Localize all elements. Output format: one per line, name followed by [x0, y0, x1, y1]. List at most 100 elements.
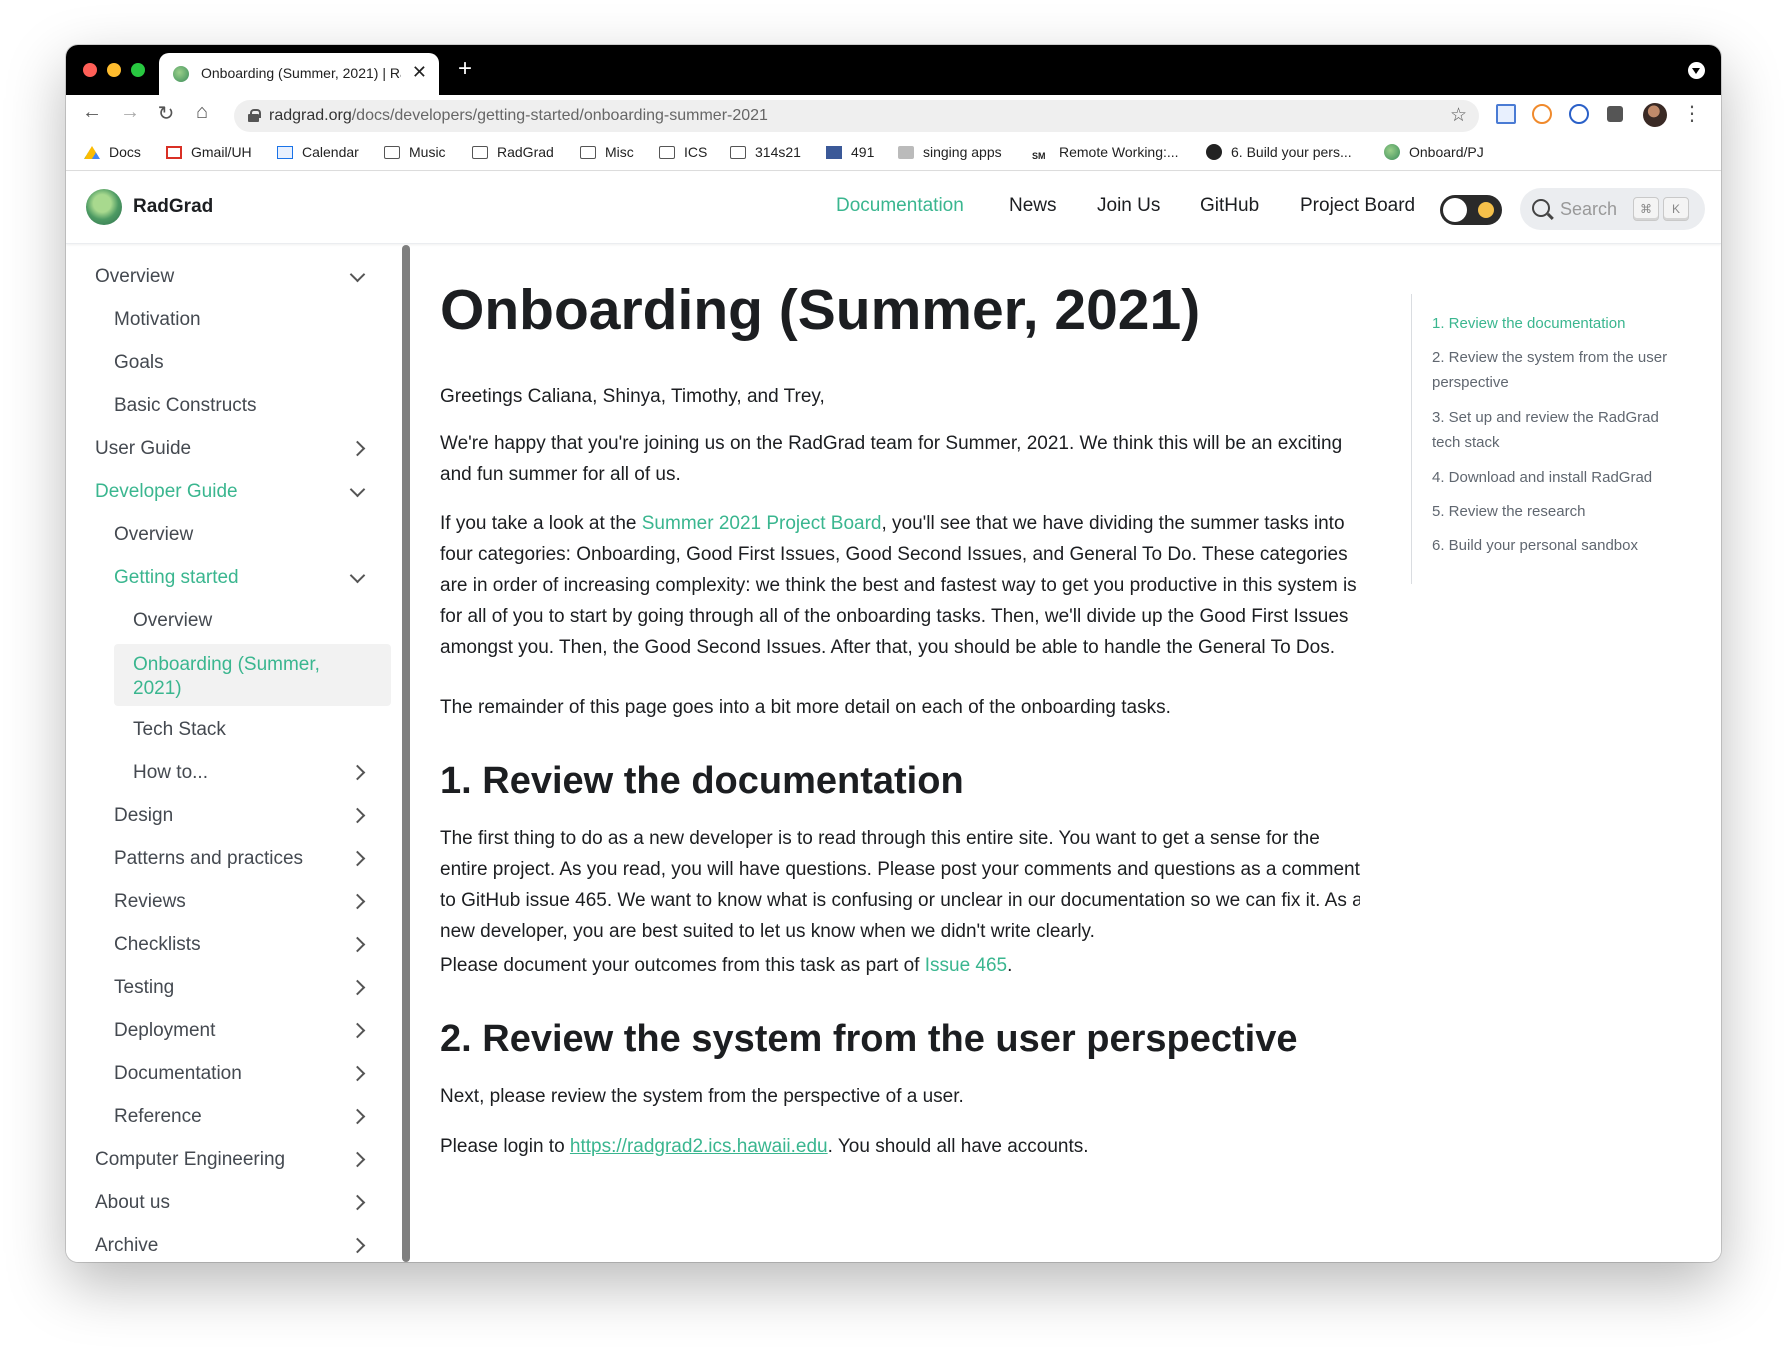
page-title: Onboarding (Summer, 2021)	[440, 278, 1201, 342]
sidebar-item-documentation[interactable]: Documentation	[114, 1063, 242, 1085]
sidebar-item-about-us[interactable]: About us	[95, 1192, 170, 1214]
doc-content: Onboarding (Summer, 2021) Greetings Cali…	[440, 245, 1360, 1262]
tab-search-icon[interactable]	[1688, 62, 1705, 79]
sidebar-item-tech-stack[interactable]: Tech Stack	[133, 719, 226, 741]
brand-name[interactable]: RadGrad	[133, 196, 213, 218]
chevron-right-icon[interactable]	[347, 848, 367, 869]
toc-item-1[interactable]: 1. Review the documentation	[1432, 311, 1687, 336]
sidebar-item-goals[interactable]: Goals	[114, 352, 164, 374]
toc-item-6[interactable]: 6. Build your personal sandbox	[1432, 533, 1687, 558]
bookmark-build-sandbox[interactable]: 6. Build your pers...	[1206, 144, 1352, 160]
chevron-right-icon[interactable]	[347, 762, 367, 783]
browser-window: Onboarding (Summer, 2021) | RadGrad ✕ + …	[66, 45, 1721, 1262]
chevron-down-icon[interactable]	[347, 479, 367, 500]
minimize-window-button[interactable]	[107, 63, 121, 77]
sidebar-item-archive[interactable]: Archive	[95, 1235, 158, 1257]
close-window-button[interactable]	[83, 63, 97, 77]
bookmark-star-icon[interactable]: ☆	[1450, 104, 1467, 127]
sidebar-item-checklists[interactable]: Checklists	[114, 934, 201, 956]
bookmark-remote-working[interactable]: SM Remote Working:...	[1032, 144, 1179, 161]
docs-sidebar: Overview Motivation Goals Basic Construc…	[66, 245, 411, 1262]
close-tab-icon[interactable]: ✕	[412, 62, 427, 83]
toc-item-2[interactable]: 2. Review the system from the user persp…	[1432, 345, 1687, 395]
grammar-extension-icon[interactable]	[1569, 104, 1589, 124]
toc-item-3[interactable]: 3. Set up and review the RadGrad tech st…	[1432, 405, 1687, 455]
chevron-right-icon[interactable]	[347, 934, 367, 955]
extensions-puzzle-icon[interactable]	[1607, 106, 1623, 122]
chevron-right-icon[interactable]	[347, 1020, 367, 1041]
bookmark-music[interactable]: Music	[384, 144, 446, 160]
nav-join-us[interactable]: Join Us	[1097, 195, 1160, 217]
sidebar-item-gs-overview[interactable]: Overview	[133, 610, 212, 632]
sidebar-item-getting-started[interactable]: Getting started	[114, 567, 239, 589]
sidebar-item-how-to[interactable]: How to...	[133, 762, 208, 784]
drive-icon	[84, 146, 100, 159]
maximize-window-button[interactable]	[131, 63, 145, 77]
bookmark-491[interactable]: 491	[826, 144, 874, 160]
chevron-down-icon[interactable]	[347, 565, 367, 586]
bookmark-onboard-pj[interactable]: Onboard/PJ	[1384, 144, 1484, 160]
nav-project-board[interactable]: Project Board	[1300, 195, 1415, 217]
sidebar-item-overview[interactable]: Overview	[95, 266, 174, 288]
b-extension-icon[interactable]	[1532, 104, 1552, 124]
toc-item-5[interactable]: 5. Review the research	[1432, 499, 1687, 524]
sidebar-item-testing[interactable]: Testing	[114, 977, 174, 999]
bookmark-misc[interactable]: Misc	[580, 144, 634, 160]
chevron-right-icon[interactable]	[347, 1235, 367, 1256]
radgrad2-link[interactable]: https://radgrad2.ics.hawaii.edu	[570, 1136, 828, 1157]
chevron-right-icon[interactable]	[347, 438, 367, 459]
sidebar-scrollbar[interactable]	[402, 245, 410, 1262]
bookmark-gmail[interactable]: Gmail/UH	[166, 144, 252, 160]
bookmark-radgrad[interactable]: RadGrad	[472, 144, 554, 160]
browser-tab-active[interactable]: Onboarding (Summer, 2021) | RadGrad ✕	[159, 53, 439, 95]
intro-paragraph: We're happy that you're joining us on th…	[440, 433, 1343, 485]
radgrad-logo-icon[interactable]	[86, 189, 122, 225]
sidebar-item-reviews[interactable]: Reviews	[114, 891, 186, 913]
bookmark-docs[interactable]: Docs	[84, 144, 141, 160]
search-button[interactable]: Search ⌘ K	[1520, 188, 1705, 230]
search-icon	[1532, 199, 1550, 217]
bookmark-calendar[interactable]: Calendar	[277, 144, 359, 160]
chevron-down-icon[interactable]	[347, 264, 367, 285]
bookmark-ics[interactable]: ICS	[659, 144, 707, 160]
nav-documentation[interactable]: Documentation	[836, 195, 964, 217]
home-icon[interactable]: ⌂	[190, 101, 214, 124]
profile-avatar[interactable]	[1643, 103, 1667, 127]
sidebar-item-user-guide[interactable]: User Guide	[95, 438, 191, 460]
nav-news[interactable]: News	[1009, 195, 1057, 217]
sidebar-item-patterns[interactable]: Patterns and practices	[114, 848, 303, 870]
browser-menu-icon[interactable]: ⋮	[1682, 101, 1702, 126]
chevron-right-icon[interactable]	[347, 1149, 367, 1170]
forward-arrow-icon[interactable]: →	[118, 101, 142, 124]
table-of-contents: 1. Review the documentation 2. Review th…	[1411, 294, 1681, 584]
chevron-right-icon[interactable]	[347, 891, 367, 912]
sidebar-item-developer-guide[interactable]: Developer Guide	[95, 481, 238, 503]
chevron-right-icon[interactable]	[347, 1192, 367, 1213]
back-arrow-icon[interactable]: ←	[80, 101, 104, 124]
sidebar-item-computer-engineering[interactable]: Computer Engineering	[95, 1149, 285, 1171]
project-board-link[interactable]: Summer 2021 Project Board	[642, 513, 882, 534]
reload-icon[interactable]: ↻	[154, 101, 178, 126]
bookmark-314s21[interactable]: 314s21	[730, 144, 801, 160]
chevron-right-icon[interactable]	[347, 805, 367, 826]
sidebar-item-basic-constructs[interactable]: Basic Constructs	[114, 395, 257, 417]
new-tab-button[interactable]: +	[458, 55, 472, 83]
dark-mode-toggle[interactable]	[1440, 195, 1502, 225]
nav-github[interactable]: GitHub	[1200, 195, 1259, 217]
chevron-right-icon[interactable]	[347, 977, 367, 998]
chevron-right-icon[interactable]	[347, 1063, 367, 1084]
toc-item-4[interactable]: 4. Download and install RadGrad	[1432, 465, 1687, 490]
sidebar-item-dev-overview[interactable]: Overview	[114, 524, 193, 546]
search-placeholder: Search	[1560, 199, 1618, 219]
bookmark-singing-apps[interactable]: singing apps	[898, 144, 1002, 160]
github-icon	[1206, 144, 1222, 160]
sidebar-item-reference[interactable]: Reference	[114, 1106, 202, 1128]
address-bar[interactable]: radgrad.org/docs/developers/getting-star…	[234, 100, 1479, 132]
issue-465-link[interactable]: Issue 465	[925, 955, 1007, 976]
sidebar-item-design[interactable]: Design	[114, 805, 173, 827]
chevron-right-icon[interactable]	[347, 1106, 367, 1127]
sidebar-item-motivation[interactable]: Motivation	[114, 309, 201, 331]
sidebar-item-onboarding[interactable]: Onboarding (Summer, 2021)	[133, 653, 353, 701]
sidebar-item-deployment[interactable]: Deployment	[114, 1020, 215, 1042]
docs-extension-icon[interactable]	[1496, 104, 1516, 124]
